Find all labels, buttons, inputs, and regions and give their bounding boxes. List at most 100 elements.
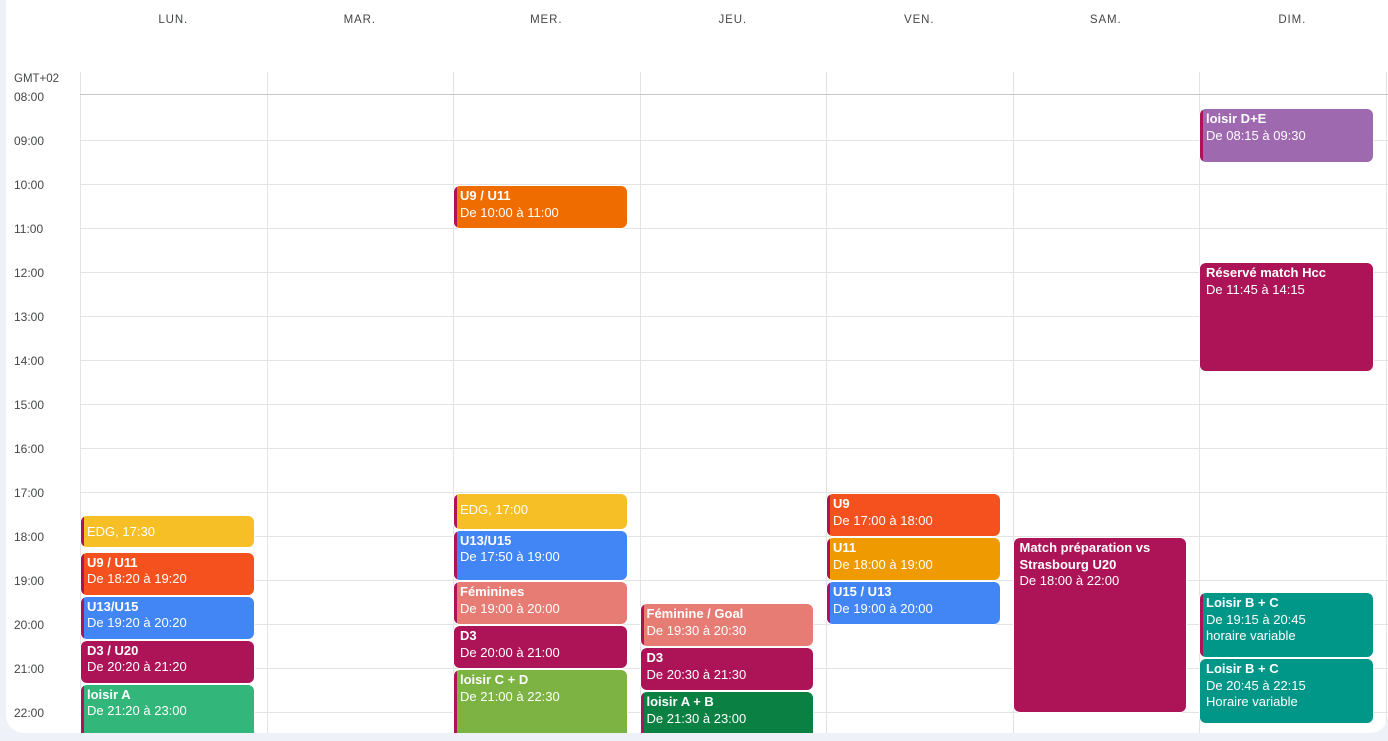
event-time: De 19:15 à 20:45 [1206, 611, 1306, 627]
hour-gridline [80, 272, 1388, 273]
event-calendar-stripe [81, 516, 84, 547]
hour-label: 21:00 [14, 662, 45, 676]
calendar-event[interactable]: Féminine / Goal De 19:30 à 20:30 [640, 604, 813, 646]
hour-label: 09:00 [14, 134, 45, 148]
calendar-event[interactable]: Féminines De 19:00 à 20:00 [454, 582, 627, 624]
hour-label: 12:00 [14, 266, 45, 280]
event-calendar-stripe [81, 684, 84, 733]
calendar-event[interactable]: U15 / U13 De 19:00 à 20:00 [827, 582, 1000, 624]
event-title: loisir A [87, 686, 131, 702]
event-calendar-stripe [1200, 109, 1203, 162]
calendar-event[interactable]: U13/U15 De 19:20 à 20:20 [81, 596, 254, 639]
calendar-event[interactable]: EDG, 17:00 [454, 494, 627, 529]
event-calendar-stripe [827, 538, 830, 580]
event-time: De 21:20 à 23:00 [87, 703, 187, 719]
hour-gridline [80, 448, 1388, 449]
week-view: LUN. MAR. MER. JEU. VEN. SAM. DIM. GMT+02 08:0… [6, 0, 1388, 733]
calendar-event[interactable]: U9 De 17:00 à 18:00 [827, 494, 1000, 536]
event-calendar-stripe [640, 692, 644, 733]
event-title: U9 / U11 [460, 188, 511, 203]
calendar-event[interactable]: EDG, 17:30 [81, 516, 254, 547]
event-time: De 20:30 à 21:30 [646, 666, 747, 682]
calendar-event[interactable]: D3 / U20 De 20:20 à 21:20 [81, 640, 254, 683]
event-title: U13/U15 [87, 598, 139, 614]
hour-gridline [80, 404, 1388, 405]
calendar-event[interactable]: loisir D+E De 08:15 à 09:30 [1200, 109, 1373, 162]
event-calendar-stripe [454, 582, 457, 624]
event-title: Féminine / Goal [646, 606, 744, 621]
day-header[interactable]: MER. [453, 14, 640, 28]
hour-label: 19:00 [14, 574, 45, 588]
hour-label: 18:00 [14, 530, 45, 544]
event-title: Loisir B + C [1206, 595, 1279, 610]
event-calendar-stripe [1013, 538, 1017, 712]
day-header[interactable]: VEN. [826, 14, 1013, 28]
event-time: De 17:00 à 18:00 [833, 512, 933, 528]
hour-gridline [80, 228, 1388, 229]
calendar-event[interactable]: U9 / U11 De 18:20 à 19:20 [81, 552, 254, 595]
calendar-event[interactable]: U9 / U11 De 10:00 à 11:00 [454, 186, 627, 228]
event-calendar-stripe [1200, 263, 1203, 371]
event-time: De 20:20 à 21:20 [87, 659, 187, 675]
event-calendar-stripe [454, 530, 457, 580]
event-title: U11 [833, 540, 857, 555]
hour-label: 17:00 [14, 486, 45, 500]
hour-label: 14:00 [14, 354, 45, 368]
event-title: loisir C + D [460, 672, 529, 687]
event-title: D3 / U20 [87, 642, 139, 658]
event-time: De 08:15 à 09:30 [1206, 127, 1306, 143]
calendar-event[interactable]: Match préparation vs Strasbourg U20 De 18… [1013, 538, 1186, 712]
day-column-divider [1385, 72, 1387, 733]
calendar-event[interactable]: Réservé match Hcc De 11:45 à 14:15 [1200, 263, 1373, 371]
event-time: De 18:00 à 22:00 [1019, 573, 1120, 588]
grid-top-border [80, 94, 1388, 95]
event-calendar-stripe [81, 640, 84, 683]
hour-label: 16:00 [14, 442, 45, 456]
hour-gridline [80, 316, 1388, 317]
hour-gridline [80, 536, 1388, 537]
event-calendar-stripe [640, 604, 644, 646]
day-column-divider [266, 72, 268, 733]
event-time: De 20:45 à 22:15 [1206, 677, 1306, 693]
calendar-event[interactable]: Loisir B + C De 19:15 à 20:45 horaire vari… [1200, 593, 1373, 657]
day-column-divider [826, 72, 827, 733]
timezone-label: GMT+02 [14, 73, 60, 85]
calendar-event[interactable]: U13/U15 De 17:50 à 19:00 [454, 530, 627, 580]
event-time: De 20:00 à 21:00 [460, 644, 560, 660]
event-note: horaire variable [1206, 628, 1296, 643]
event-title: U13/U15 [460, 532, 512, 548]
event-calendar-stripe [1200, 659, 1203, 723]
calendar-event[interactable]: loisir A De 21:20 à 23:00 [81, 684, 254, 733]
hour-gridline [80, 360, 1388, 361]
event-time: De 17:50 à 19:00 [460, 549, 560, 565]
calendar-event[interactable]: Loisir B + C De 20:45 à 22:15 Horaire vari… [1200, 659, 1373, 723]
hour-gridline [80, 184, 1388, 185]
calendar-event[interactable]: D3 De 20:00 à 21:00 [454, 626, 627, 668]
event-title: Match préparation vs Strasbourg U20 [1019, 540, 1151, 572]
calendar-event[interactable]: D3 De 20:30 à 21:30 [640, 648, 813, 690]
calendar-event[interactable]: loisir C + D De 21:00 à 22:30 [454, 670, 627, 733]
hour-label: 11:00 [14, 222, 44, 236]
event-calendar-stripe [640, 648, 644, 690]
day-header[interactable]: JEU. [640, 14, 827, 28]
day-header[interactable]: MAR. [267, 14, 454, 28]
calendar-event[interactable]: loisir A + B De 21:30 à 23:00 [640, 692, 813, 733]
calendar-event[interactable]: U11 De 18:00 à 19:00 [827, 538, 1000, 580]
event-title: loisir A + B [646, 694, 714, 709]
event-time: De 18:00 à 19:00 [833, 556, 933, 572]
event-calendar-stripe [1200, 593, 1203, 657]
calendar-app: LUN. MAR. MER. JEU. VEN. SAM. DIM. GMT+02 08:0… [0, 0, 1388, 741]
hour-label: 13:00 [14, 310, 45, 324]
event-time: De 11:45 à 14:15 [1206, 281, 1305, 297]
hour-label: 10:00 [14, 178, 45, 192]
day-header[interactable]: SAM. [1013, 14, 1200, 28]
event-calendar-stripe [827, 582, 830, 624]
event-calendar-stripe [454, 494, 457, 529]
event-note: Horaire variable [1206, 694, 1298, 709]
event-time: De 21:00 à 22:30 [460, 688, 560, 704]
event-calendar-stripe [81, 552, 84, 595]
hour-label: 08:00 [14, 90, 45, 104]
day-header[interactable]: DIM. [1199, 14, 1386, 28]
day-header[interactable]: LUN. [80, 14, 267, 28]
event-title: Réservé match Hcc [1206, 265, 1326, 280]
